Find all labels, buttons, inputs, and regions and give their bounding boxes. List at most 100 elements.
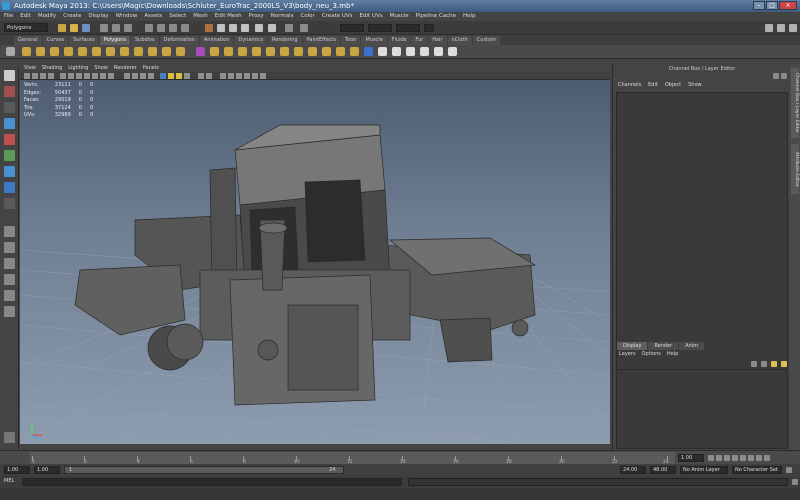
- show-manipulator-icon[interactable]: [4, 198, 15, 209]
- history-icon[interactable]: [205, 24, 213, 32]
- show-channel-box-icon[interactable]: [789, 24, 797, 32]
- panel-menu-panels[interactable]: Panels: [143, 64, 159, 72]
- select-component-icon[interactable]: [124, 24, 132, 32]
- hypershade-icon[interactable]: [255, 24, 263, 32]
- scale-tool-icon[interactable]: [4, 150, 15, 161]
- open-scene-icon[interactable]: [70, 24, 78, 32]
- shelf-tab-muscle[interactable]: Muscle: [361, 36, 387, 45]
- shelf-tab-rendering[interactable]: Rendering: [268, 36, 302, 45]
- go-to-end-icon[interactable]: [764, 455, 770, 461]
- new-layer-icon[interactable]: [771, 361, 777, 367]
- step-back-icon[interactable]: [716, 455, 722, 461]
- channels-menu[interactable]: Channels: [618, 82, 641, 88]
- menu-pipeline-cache[interactable]: Pipeline Cache: [416, 12, 456, 21]
- select-hierarchy-icon[interactable]: [100, 24, 108, 32]
- numeric-input-w[interactable]: [424, 24, 434, 32]
- poly-platonic-icon[interactable]: [176, 47, 185, 56]
- character-set-selector[interactable]: No Character Set: [732, 466, 782, 474]
- safe-title-icon[interactable]: [108, 73, 114, 79]
- menu-help[interactable]: Help: [463, 12, 476, 21]
- snap-point-icon[interactable]: [169, 24, 177, 32]
- menu-create[interactable]: Create: [63, 12, 81, 21]
- layout-hypershade-icon[interactable]: [4, 290, 15, 301]
- snap-plane-icon[interactable]: [181, 24, 189, 32]
- move-tool-icon[interactable]: [4, 118, 15, 129]
- panel-menu-shading[interactable]: Shading: [42, 64, 62, 72]
- shadows-icon[interactable]: [184, 73, 190, 79]
- bridge-icon[interactable]: [392, 47, 401, 56]
- playback-end-field[interactable]: 24.00: [620, 466, 646, 474]
- image-plane-icon[interactable]: [48, 73, 54, 79]
- boolean-intersection-icon[interactable]: [280, 47, 289, 56]
- tab-anim[interactable]: Anim: [679, 342, 705, 350]
- insert-edge-loop-icon[interactable]: [364, 47, 373, 56]
- shelf-tab-custom[interactable]: Custom: [472, 36, 500, 45]
- shelf-tab-fur[interactable]: Fur: [411, 36, 428, 45]
- bookmarks-icon[interactable]: [40, 73, 46, 79]
- xray-joints-icon[interactable]: [206, 73, 212, 79]
- isolate-select-icon[interactable]: [198, 73, 204, 79]
- menu-select[interactable]: Select: [169, 12, 186, 21]
- render-settings-icon[interactable]: [241, 24, 249, 32]
- transform-mode-icon[interactable]: [285, 24, 293, 32]
- lasso-tool-icon[interactable]: [4, 86, 15, 97]
- wireframe-on-shaded-icon[interactable]: [140, 73, 146, 79]
- panel-menu-view[interactable]: View: [24, 64, 36, 72]
- move-layer-up-icon[interactable]: [751, 361, 757, 367]
- soft-mod-icon[interactable]: [4, 182, 15, 193]
- menu-assets[interactable]: Assets: [144, 12, 162, 21]
- show-tool-settings-icon[interactable]: [777, 24, 785, 32]
- relative-mode-icon[interactable]: [300, 24, 308, 32]
- shelf-tab-surfaces[interactable]: Surfaces: [69, 36, 99, 45]
- range-slider[interactable]: 1 24: [64, 466, 344, 474]
- resolution-gate-icon[interactable]: [76, 73, 82, 79]
- numeric-input-z[interactable]: [396, 24, 420, 32]
- go-to-start-icon[interactable]: [708, 455, 714, 461]
- mirror-geometry-icon[interactable]: [294, 47, 303, 56]
- shelf-options-icon[interactable]: [6, 47, 15, 56]
- xray-icon[interactable]: [148, 73, 154, 79]
- poly-soccer-ball-icon[interactable]: [162, 47, 171, 56]
- merge-icon[interactable]: [434, 47, 443, 56]
- rotate-tool-icon[interactable]: [4, 134, 15, 145]
- use-all-lights-icon[interactable]: [176, 73, 182, 79]
- hd-viewport-icon[interactable]: [220, 73, 226, 79]
- panel-menu-lighting[interactable]: Lighting: [68, 64, 88, 72]
- channel-box-option-icon[interactable]: [773, 73, 779, 79]
- input-mode-icon[interactable]: [268, 24, 276, 32]
- help-menu[interactable]: Help: [667, 351, 678, 357]
- channel-box-float-icon[interactable]: [781, 73, 787, 79]
- time-slider-track[interactable]: 1 2 4 6 8 10 12 14 16 18 20 22 24: [30, 452, 675, 465]
- gate-mask-icon[interactable]: [84, 73, 90, 79]
- shelf-tab-painteffects[interactable]: PaintEffects: [302, 36, 340, 45]
- safe-action-icon[interactable]: [100, 73, 106, 79]
- time-slider[interactable]: 1 2 4 6 8 10 12 14 16 18 20 22 24 1.00: [0, 450, 800, 465]
- menu-color[interactable]: Color: [300, 12, 314, 21]
- panel-menu-renderer[interactable]: Renderer: [114, 64, 137, 72]
- field-chart-icon[interactable]: [92, 73, 98, 79]
- menu-window[interactable]: Window: [116, 12, 138, 21]
- menu-modify[interactable]: Modify: [38, 12, 56, 21]
- object-menu[interactable]: Object: [665, 82, 681, 88]
- show-attribute-editor-icon[interactable]: [765, 24, 773, 32]
- play-forwards-icon[interactable]: [740, 455, 746, 461]
- play-backwards-icon[interactable]: [732, 455, 738, 461]
- poly-prism-icon[interactable]: [106, 47, 115, 56]
- new-scene-icon[interactable]: [58, 24, 66, 32]
- split-polygon-icon[interactable]: [350, 47, 359, 56]
- tab-display[interactable]: Display: [617, 342, 648, 350]
- depth-of-field-icon[interactable]: [252, 73, 258, 79]
- menu-edit-uvs[interactable]: Edit UVs: [360, 12, 383, 21]
- layout-four-view-icon[interactable]: [4, 242, 15, 253]
- select-object-icon[interactable]: [112, 24, 120, 32]
- shelf-tab-general[interactable]: General: [14, 36, 42, 45]
- anim-layer-selector[interactable]: No Anim Layer: [680, 466, 728, 474]
- move-layer-down-icon[interactable]: [761, 361, 767, 367]
- use-default-material-icon[interactable]: [160, 73, 166, 79]
- select-tool-icon[interactable]: [4, 70, 15, 81]
- poly-torus-icon[interactable]: [92, 47, 101, 56]
- camera-attributes-icon[interactable]: [32, 73, 38, 79]
- wireframe-icon[interactable]: [124, 73, 130, 79]
- poly-plane-icon[interactable]: [78, 47, 87, 56]
- tab-render[interactable]: Render: [648, 342, 679, 350]
